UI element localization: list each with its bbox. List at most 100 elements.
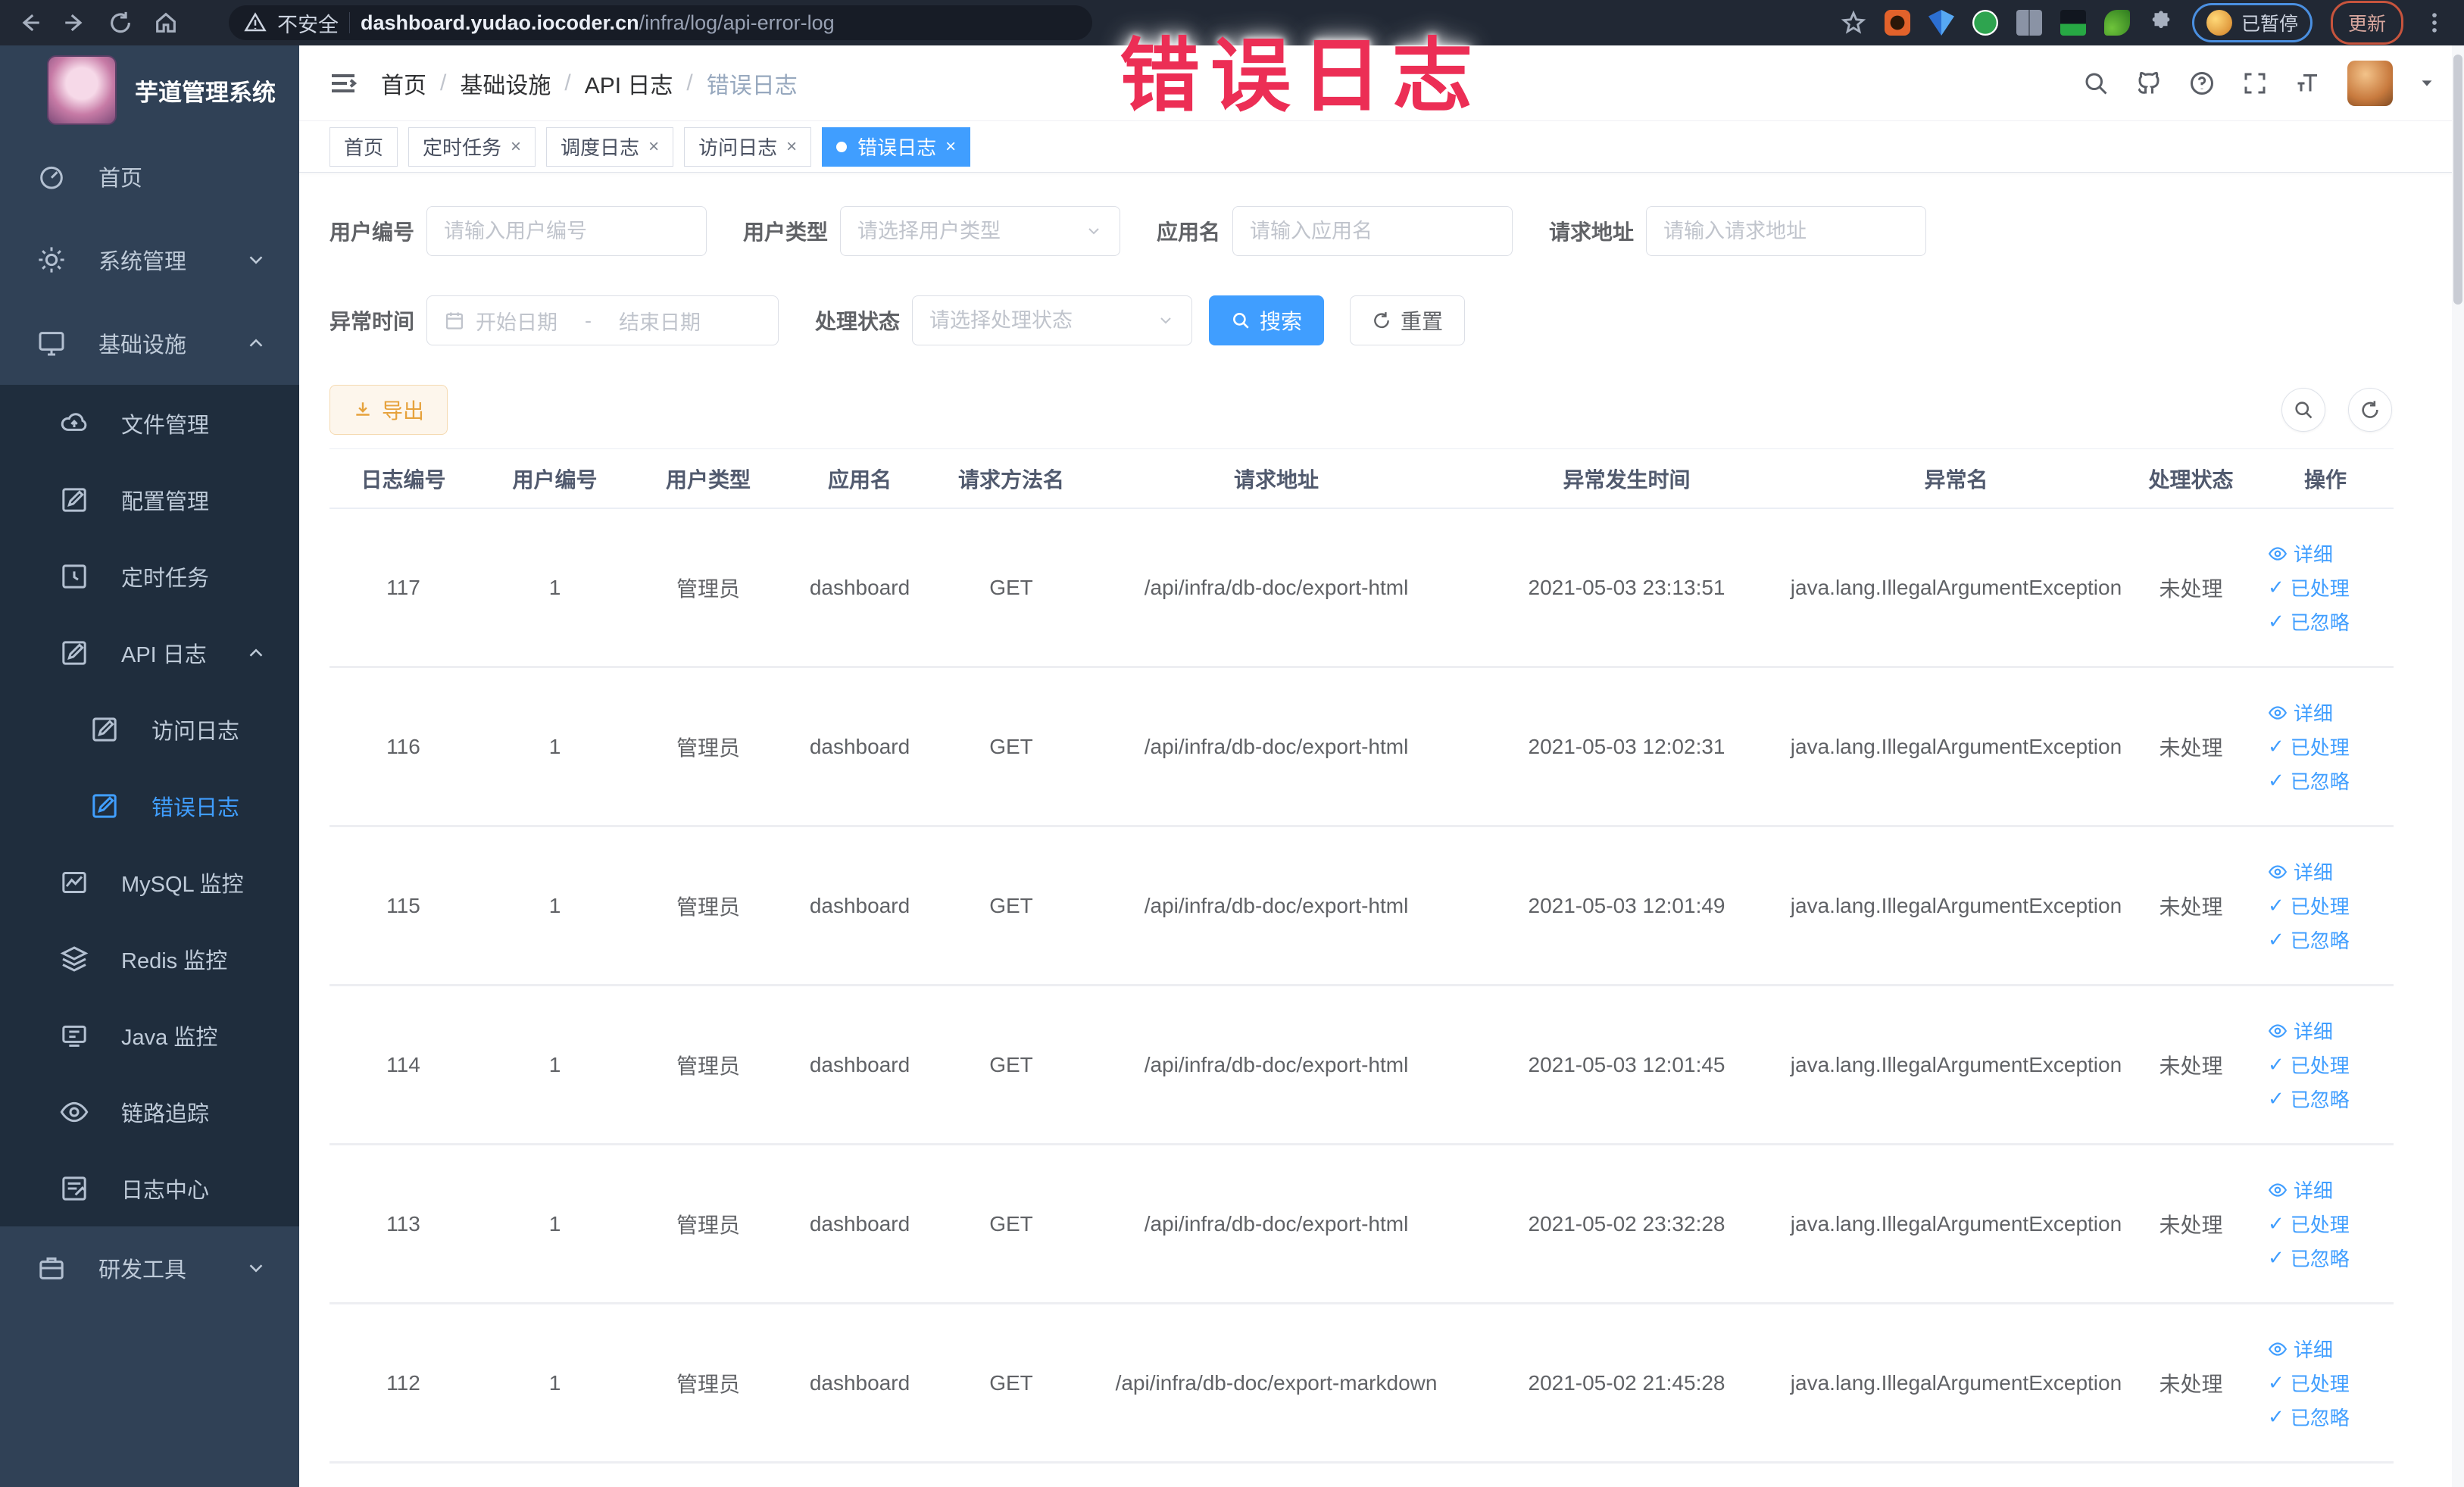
close-icon[interactable]: × bbox=[648, 137, 659, 156]
detail-link[interactable]: 详细 bbox=[2268, 1176, 2333, 1204]
mark-ignored-link[interactable]: ✓ 已忽略 bbox=[2268, 1403, 2350, 1431]
sidebar-item-home[interactable]: 首页 bbox=[0, 135, 299, 218]
breadcrumb-infra[interactable]: 基础设施 bbox=[460, 67, 551, 100]
method-cell: GET bbox=[989, 1211, 1033, 1236]
table-row: 112 1 管理员 dashboard GET /api/infra/db-do… bbox=[329, 1304, 2394, 1464]
extensions-puzzle-icon[interactable] bbox=[2148, 10, 2174, 36]
sidebar-item-mysql-monitor[interactable]: MySQL 监控 bbox=[0, 844, 299, 920]
exception-time-range-picker[interactable]: 开始日期 - 结束日期 bbox=[426, 295, 779, 345]
github-icon[interactable] bbox=[2135, 70, 2163, 97]
close-icon[interactable]: × bbox=[945, 137, 956, 156]
close-icon[interactable]: × bbox=[511, 137, 521, 156]
profile-chip-label: 已暂停 bbox=[2241, 14, 2298, 35]
app-name-field[interactable] bbox=[1232, 206, 1513, 256]
sidebar-item-java-monitor[interactable]: Java 监控 bbox=[0, 997, 299, 1073]
extension-icon-4[interactable] bbox=[2016, 10, 2042, 36]
search-toggle-button[interactable] bbox=[2281, 388, 2325, 432]
detail-link[interactable]: 详细 bbox=[2268, 1017, 2333, 1045]
extension-icon-2[interactable] bbox=[1928, 10, 1954, 36]
check-icon: ✓ bbox=[2268, 735, 2284, 758]
browser-menu-icon[interactable] bbox=[2422, 10, 2447, 36]
extension-icon-5[interactable] bbox=[2060, 10, 2086, 36]
tag-error-log[interactable]: 错误日志 × bbox=[822, 127, 971, 167]
sidebar-item-api-log[interactable]: API 日志 bbox=[0, 614, 299, 691]
mark-processed-link[interactable]: ✓ 已处理 bbox=[2268, 892, 2350, 920]
exception-name-cell: java.lang.IllegalArgumentException bbox=[1790, 893, 2122, 917]
breadcrumb-api-log[interactable]: API 日志 bbox=[585, 67, 673, 100]
request-url-field[interactable] bbox=[1646, 206, 1927, 256]
app-logo bbox=[47, 55, 117, 125]
status-cell: 未处理 bbox=[2159, 1372, 2223, 1396]
home-icon[interactable] bbox=[153, 10, 179, 36]
sidebar-item-log-center[interactable]: 日志中心 bbox=[0, 1150, 299, 1226]
mark-processed-link[interactable]: ✓ 已处理 bbox=[2268, 1210, 2350, 1238]
app-logo-row[interactable]: 芋道管理系统 bbox=[0, 45, 299, 135]
sidebar-item-tracing[interactable]: 链路追踪 bbox=[0, 1073, 299, 1150]
user-type-select[interactable] bbox=[840, 206, 1121, 256]
search-button[interactable]: 搜索 bbox=[1209, 295, 1325, 345]
detail-link[interactable]: 详细 bbox=[2268, 698, 2333, 726]
table-row: 117 1 管理员 dashboard GET /api/infra/db-do… bbox=[329, 509, 2394, 668]
extension-icon-3[interactable] bbox=[1972, 10, 1998, 36]
sidebar-item-access-log[interactable]: 访问日志 bbox=[0, 691, 299, 767]
help-icon[interactable] bbox=[2188, 70, 2216, 97]
sidebar-collapse-icon[interactable] bbox=[328, 68, 358, 98]
tag-schedule-log[interactable]: 调度日志 × bbox=[546, 127, 674, 167]
user-avatar[interactable] bbox=[2347, 60, 2393, 106]
user-menu-caret-icon[interactable] bbox=[2419, 75, 2435, 92]
bookmark-star-icon[interactable] bbox=[1841, 10, 1866, 36]
reset-button[interactable]: 重置 bbox=[1350, 295, 1466, 345]
detail-link[interactable]: 详细 bbox=[2268, 1335, 2333, 1363]
mark-ignored-link[interactable]: ✓ 已忽略 bbox=[2268, 926, 2350, 954]
sidebar-item-redis-monitor[interactable]: Redis 监控 bbox=[0, 920, 299, 997]
update-button[interactable]: 更新 bbox=[2330, 1, 2403, 45]
extension-icon-1[interactable] bbox=[1884, 10, 1910, 36]
sidebar-item-file-mgmt[interactable]: 文件管理 bbox=[0, 385, 299, 461]
tag-scheduled-jobs[interactable]: 定时任务 × bbox=[408, 127, 536, 167]
mark-processed-link[interactable]: ✓ 已处理 bbox=[2268, 1051, 2350, 1079]
close-icon[interactable]: × bbox=[786, 137, 797, 156]
export-button[interactable]: 导出 bbox=[329, 385, 448, 435]
refresh-button[interactable] bbox=[2348, 388, 2392, 432]
mark-ignored-link[interactable]: ✓ 已忽略 bbox=[2268, 767, 2350, 795]
sidebar-item-config-mgmt[interactable]: 配置管理 bbox=[0, 461, 299, 538]
table-header: 日志编号 用户编号 用户类型 应用名 请求方法名 请求地址 异常发生时间 异常名… bbox=[329, 448, 2394, 509]
mark-ignored-link[interactable]: ✓ 已忽略 bbox=[2268, 1244, 2350, 1272]
detail-link[interactable]: 详细 bbox=[2268, 858, 2333, 886]
security-warning-icon[interactable] bbox=[244, 11, 267, 34]
search-icon[interactable] bbox=[2082, 70, 2110, 97]
mark-ignored-link[interactable]: ✓ 已忽略 bbox=[2268, 608, 2350, 636]
status-cell: 未处理 bbox=[2159, 576, 2223, 601]
detail-link[interactable]: 详细 bbox=[2268, 539, 2333, 567]
app-name-cell: dashboard bbox=[809, 893, 910, 917]
extension-icon-6[interactable] bbox=[2103, 10, 2130, 36]
sidebar-item-system[interactable]: 系统管理 bbox=[0, 218, 299, 301]
font-size-icon[interactable] bbox=[2294, 70, 2322, 97]
scrollbar-thumb[interactable] bbox=[2453, 55, 2462, 305]
sidebar-item-infra[interactable]: 基础设施 bbox=[0, 301, 299, 385]
tag-home[interactable]: 首页 bbox=[329, 127, 398, 167]
method-cell: GET bbox=[989, 575, 1033, 599]
back-icon[interactable] bbox=[17, 10, 42, 36]
mark-processed-link[interactable]: ✓ 已处理 bbox=[2268, 1369, 2350, 1397]
sidebar-item-error-log[interactable]: 错误日志 bbox=[0, 767, 299, 844]
fullscreen-icon[interactable] bbox=[2241, 70, 2269, 97]
chart-icon bbox=[59, 867, 89, 898]
page-scrollbar[interactable] bbox=[2452, 45, 2464, 1487]
mark-ignored-link[interactable]: ✓ 已忽略 bbox=[2268, 1085, 2350, 1113]
toolbox-icon bbox=[36, 1253, 67, 1283]
sidebar-item-scheduled-jobs[interactable]: 定时任务 bbox=[0, 538, 299, 614]
forward-icon[interactable] bbox=[62, 10, 88, 36]
user-id-cell: 1 bbox=[548, 734, 561, 758]
profile-chip[interactable]: 已暂停 bbox=[2191, 3, 2313, 42]
sidebar-item-dev-tools[interactable]: 研发工具 bbox=[0, 1226, 299, 1310]
tag-access-log[interactable]: 访问日志 × bbox=[684, 127, 812, 167]
monitor-icon bbox=[36, 328, 67, 358]
mark-processed-link[interactable]: ✓ 已处理 bbox=[2268, 733, 2350, 761]
process-status-select[interactable] bbox=[912, 295, 1193, 345]
reload-icon[interactable] bbox=[108, 10, 133, 36]
address-bar[interactable]: 不安全 dashboard.yudao.iocoder.cn/infra/log… bbox=[229, 5, 1092, 40]
breadcrumb-home[interactable]: 首页 bbox=[381, 67, 426, 100]
mark-processed-link[interactable]: ✓ 已处理 bbox=[2268, 573, 2350, 601]
user-id-field[interactable] bbox=[426, 206, 707, 256]
